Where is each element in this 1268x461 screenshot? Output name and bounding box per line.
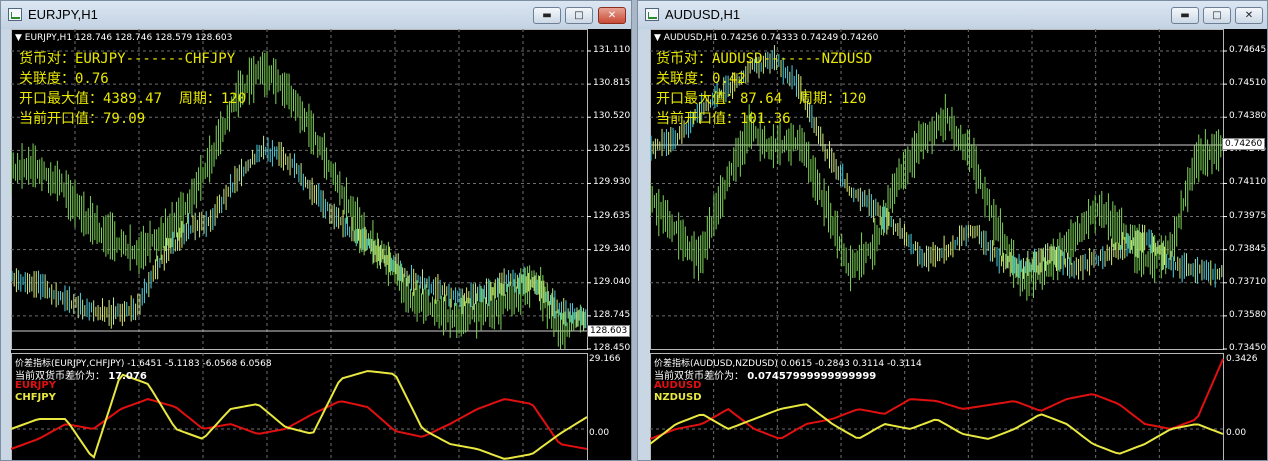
price-axis-tick: 0.74510 (1229, 78, 1267, 89)
chart-window-icon (8, 8, 22, 21)
current-price-label: 128.603 (587, 325, 631, 337)
price-axis-tick: 129.930 (593, 177, 631, 188)
price-axis-tick: 0.73450 (1229, 343, 1267, 353)
chart-area[interactable]: ▼ AUDUSD,H1 0.74256 0.74333 0.74249 0.74… (650, 29, 1267, 460)
difference-value: 0.07457999999999999 (747, 371, 877, 382)
minimize-button[interactable]: ▬ (1171, 7, 1199, 24)
price-axis-tick: 128.745 (593, 309, 631, 320)
symbol-line: ▼ AUDUSD,H1 0.74256 0.74333 0.74249 0.74… (654, 33, 879, 43)
window-title: AUDUSD,H1 (665, 7, 741, 22)
max-open-line: 开口最大值：4389.47 周期：120 (19, 91, 247, 107)
window-eurjpy[interactable]: EURJPY,H1 ▬ □ ✕ ▼ EURJPY,H1 128.746 128.… (0, 0, 632, 461)
price-axis-tick: 130.225 (593, 144, 631, 155)
close-button[interactable]: ✕ (598, 7, 626, 24)
price-axis-tick: 128.450 (593, 343, 631, 353)
price-axis-tick: 0.74110 (1229, 177, 1267, 188)
close-button[interactable]: ✕ (1235, 7, 1263, 24)
current-open-line: 当前开口值：79.09 (19, 111, 146, 127)
legend-series-2: CHFJPY (15, 392, 56, 403)
price-axis-tick: 131.110 (593, 45, 631, 55)
price-axis-tick: 0.73975 (1229, 210, 1267, 221)
symbol-line: ▼ EURJPY,H1 128.746 128.746 128.579 128.… (15, 33, 233, 43)
price-axis-tick: 130.520 (593, 111, 631, 122)
price-axis-tick: 130.815 (593, 78, 631, 89)
correlation-line: 关联度：0.76 (19, 71, 109, 87)
legend-series-1: AUDUSD (654, 380, 702, 391)
window-title: EURJPY,H1 (28, 7, 98, 22)
indicator-zero-tick: 0.00 (589, 428, 610, 438)
chart-area[interactable]: ▼ EURJPY,H1 128.746 128.746 128.579 128.… (11, 29, 631, 460)
pair-line: 货币对：AUDUSD-------NZDUSD (656, 51, 873, 67)
price-axis-tick: 0.74645 (1229, 45, 1267, 55)
price-axis-tick: 0.73580 (1229, 309, 1267, 320)
indicator-zero-tick: 0.00 (1226, 428, 1247, 438)
current-open-line: 当前开口值：101.36 (656, 111, 791, 127)
legend-series-2: NZDUSD (654, 392, 702, 403)
pair-line: 货币对：EURJPY-------CHFJPY (19, 51, 236, 67)
title-bar[interactable]: EURJPY,H1 ▬ □ ✕ (1, 1, 631, 29)
info-panel: 货币对：AUDUSD-------NZDUSD 关联度：0.42 开口最大值：87.… (656, 49, 872, 129)
info-panel: 货币对：EURJPY-------CHFJPY 关联度：0.76 开口最大值：438… (19, 49, 246, 129)
price-axis-tick: 129.340 (593, 243, 631, 254)
current-price-label: 0.74260 (1222, 138, 1266, 150)
correlation-line: 关联度：0.42 (656, 71, 746, 87)
maximize-button[interactable]: □ (1203, 7, 1231, 24)
indicator-max-tick: 29.166 (589, 354, 621, 364)
price-axis-tick: 0.73845 (1229, 243, 1267, 254)
price-axis-tick: 0.73710 (1229, 276, 1267, 287)
price-axis-tick: 129.635 (593, 210, 631, 221)
difference-value: 17.076 (108, 371, 147, 382)
window-audusd[interactable]: AUDUSD,H1 ▬ □ ✕ ▼ AUDUSD,H1 0.74256 0.74… (637, 0, 1268, 461)
legend-series-1: EURJPY (15, 380, 56, 391)
indicator-max-tick: 0.3426 (1226, 354, 1258, 364)
minimize-button[interactable]: ▬ (533, 7, 561, 24)
price-axis-tick: 129.040 (593, 276, 631, 287)
maximize-button[interactable]: □ (565, 7, 593, 24)
price-axis-tick: 0.74380 (1229, 111, 1267, 122)
title-bar[interactable]: AUDUSD,H1 ▬ □ ✕ (638, 1, 1267, 29)
chart-window-icon (645, 8, 659, 21)
max-open-line: 开口最大值：87.64 周期：120 (656, 91, 867, 107)
